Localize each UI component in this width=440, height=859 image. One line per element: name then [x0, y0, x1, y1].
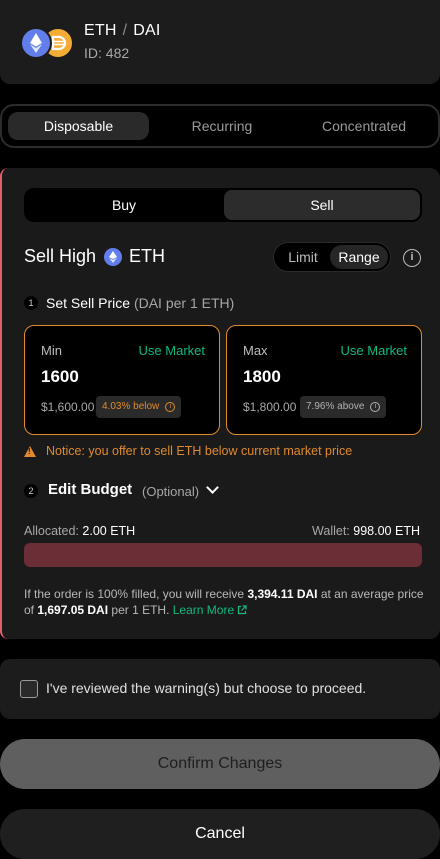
min-price-label: Min: [41, 343, 62, 358]
chevron-down-icon[interactable]: [206, 481, 219, 494]
percent-info-icon[interactable]: i: [370, 402, 381, 412]
sell-tab[interactable]: Sell: [224, 190, 420, 220]
min-price-box[interactable]: Min Use Market 1600 $1,600.00 4.03% belo…: [24, 325, 220, 435]
tab-disposable[interactable]: Disposable: [8, 112, 149, 140]
warning-icon: [24, 445, 36, 457]
buy-sell-toggle: Buy Sell: [24, 188, 422, 222]
limit-range-toggle: Limit Range: [273, 242, 391, 272]
confirm-changes-button[interactable]: Confirm Changes: [0, 739, 440, 789]
summary-text-1: If the order is 100% filled, you will re…: [24, 587, 248, 601]
learn-more-label: Learn More: [172, 603, 235, 617]
eth-token-icon: [20, 27, 52, 59]
info-icon[interactable]: i: [403, 249, 421, 267]
pair-icons: [20, 26, 76, 60]
order-summary: If the order is 100% filled, you will re…: [24, 586, 424, 618]
notice-text: Notice: you offer to sell ETH below curr…: [46, 444, 353, 458]
warning-ack-card: I've reviewed the warning(s) but choose …: [0, 659, 440, 719]
pair-separator: /: [122, 22, 128, 39]
summary-receive-amount: 3,394.11 DAI: [247, 587, 318, 601]
set-price-title: Set Sell Price: [46, 295, 131, 311]
min-price-percent-badge: 4.03% below i: [96, 396, 182, 418]
max-price-fiat: $1,800.00: [243, 400, 297, 414]
max-price-box[interactable]: Max Use Market 1800 $1,800.00 7.96% abov…: [226, 325, 422, 435]
wallet-value: 998.00 ETH: [353, 524, 420, 538]
pair-header: ETH / DAI ID: 482: [0, 0, 440, 84]
allocated-label: Allocated:: [24, 524, 79, 538]
external-link-icon: [238, 605, 248, 615]
wallet-balance: Wallet: 998.00 ETH: [312, 524, 420, 538]
strategy-type-tabs: Disposable Recurring Concentrated: [0, 104, 440, 148]
order-title: Sell High ETH: [24, 246, 165, 267]
min-use-market-button[interactable]: Use Market: [139, 343, 205, 358]
price-notice: Notice: you offer to sell ETH below curr…: [24, 444, 352, 458]
step-number-1: 1: [24, 296, 38, 310]
edit-budget-label[interactable]: Edit Budget: [48, 481, 132, 498]
max-price-percent: 7.96% above: [306, 401, 365, 412]
summary-text-3: per 1 ETH.: [108, 603, 173, 617]
price-unit: (DAI per 1 ETH): [133, 295, 235, 311]
tab-concentrated[interactable]: Concentrated: [294, 112, 434, 140]
pair-id: ID: 482: [84, 45, 130, 61]
order-token-label: ETH: [129, 246, 166, 266]
base-token-label: ETH: [84, 22, 117, 39]
min-price-fiat: $1,600.00: [41, 400, 95, 414]
buy-tab[interactable]: Buy: [26, 190, 222, 220]
quote-token-label: DAI: [133, 22, 161, 39]
max-use-market-button[interactable]: Use Market: [341, 343, 407, 358]
pair-title: ETH / DAI: [84, 22, 161, 40]
wallet-label: Wallet:: [312, 524, 350, 538]
max-price-label: Max: [243, 343, 268, 358]
allocated-value: 2.00 ETH: [82, 524, 136, 538]
tab-recurring[interactable]: Recurring: [152, 112, 292, 140]
order-title-prefix: Sell High: [24, 246, 97, 266]
warning-ack-label[interactable]: I've reviewed the warning(s) but choose …: [46, 680, 366, 696]
budget-input[interactable]: [24, 543, 422, 567]
step-number-2: 2: [24, 484, 38, 498]
max-price-input[interactable]: 1800: [243, 367, 281, 387]
cancel-button[interactable]: Cancel: [0, 809, 440, 859]
allocated-amount: Allocated: 2.00 ETH: [24, 524, 135, 538]
max-price-percent-badge: 7.96% above i: [300, 396, 387, 418]
learn-more-link[interactable]: Learn More: [173, 603, 248, 617]
percent-info-icon[interactable]: i: [165, 402, 176, 412]
min-price-percent: 4.03% below: [102, 401, 160, 412]
limit-mode-button[interactable]: Limit: [278, 245, 328, 269]
min-price-input[interactable]: 1600: [41, 367, 79, 387]
summary-average-price: 1,697.05 DAI: [37, 603, 109, 617]
eth-icon: [104, 247, 123, 266]
range-mode-button[interactable]: Range: [330, 245, 388, 269]
sell-order-card: Buy Sell Sell High ETH Limit Range i 1 S…: [0, 168, 440, 639]
set-price-label: Set Sell Price (DAI per 1 ETH): [46, 295, 234, 311]
budget-optional-label: (Optional): [142, 484, 200, 499]
warning-ack-checkbox[interactable]: [20, 680, 38, 698]
